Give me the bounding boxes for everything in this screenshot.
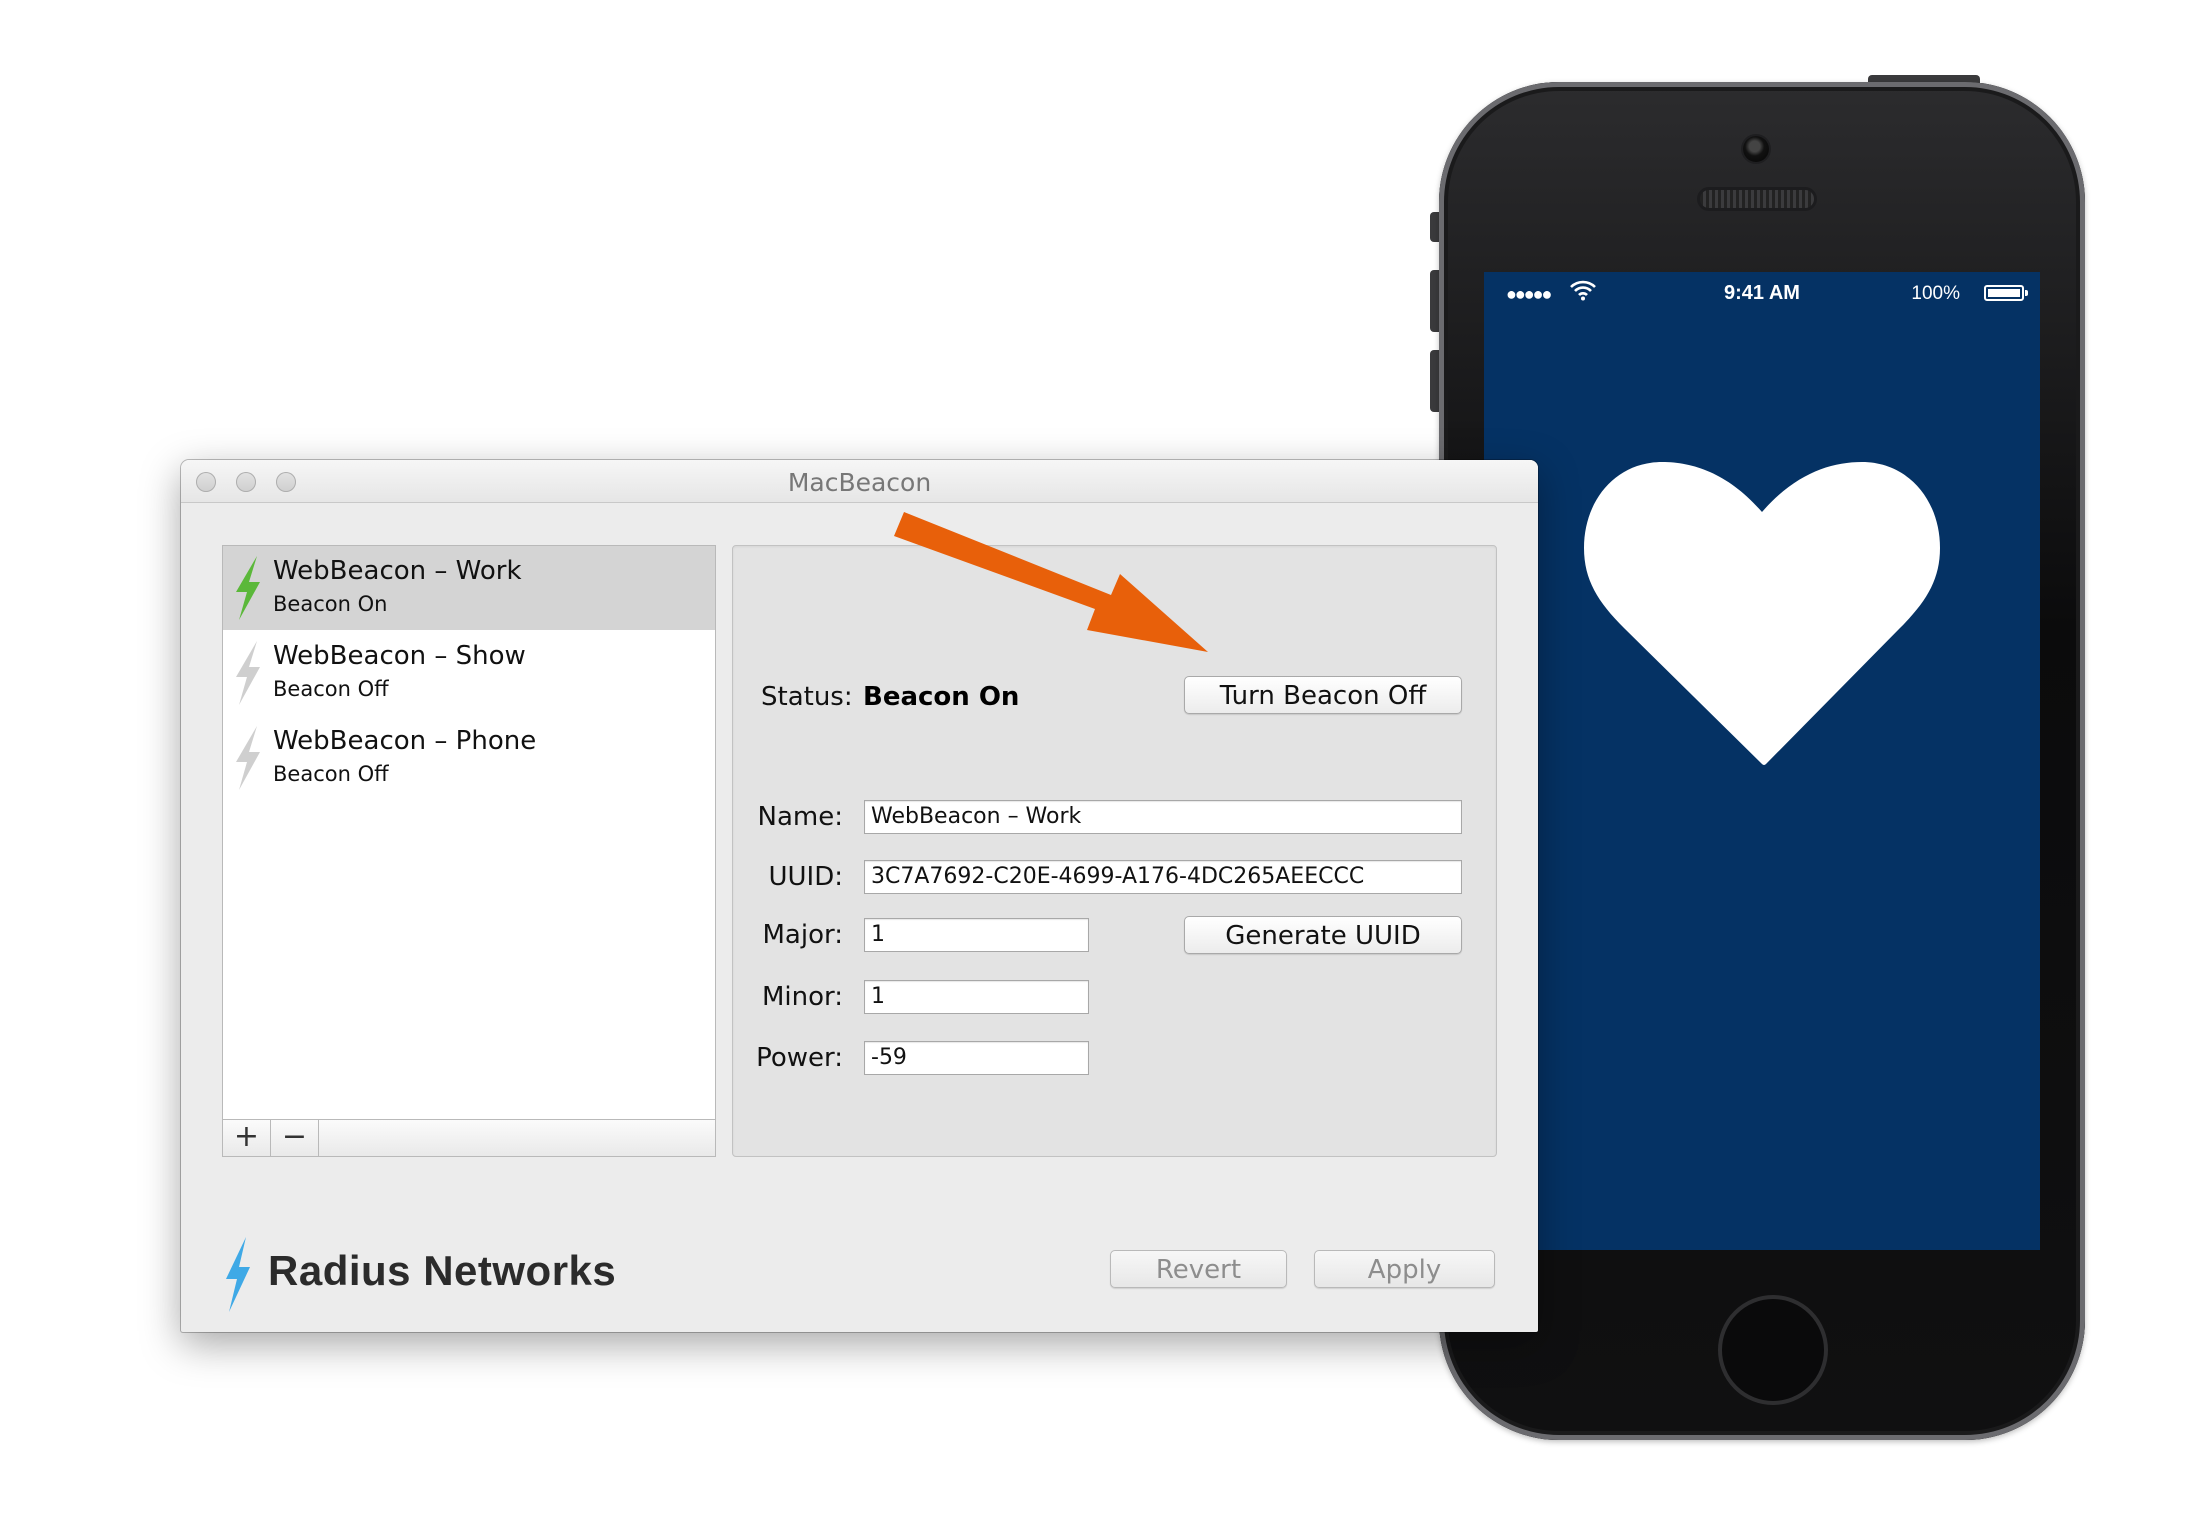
status-value: Beacon On [863,682,1020,712]
earpiece-speaker [1700,190,1814,208]
beacon-list: WebBeacon – Work Beacon On WebBeacon – S… [222,545,716,1157]
beacon-status: Beacon Off [273,762,389,786]
beacon-name: WebBeacon – Work [273,556,522,586]
generate-uuid-button[interactable]: Generate UUID [1184,916,1462,954]
lightning-bolt-gray-icon [236,641,260,705]
minor-field[interactable]: 1 [864,980,1089,1014]
list-item[interactable]: WebBeacon – Work Beacon On [223,546,715,630]
uuid-label: UUID: [768,862,843,892]
macbeacon-window: MacBeacon WebBeacon – Work Beacon On Web… [181,460,1538,1332]
apply-button[interactable]: Apply [1314,1250,1495,1288]
minor-label: Minor: [761,982,843,1012]
window-title: MacBeacon [787,468,932,497]
major-field[interactable]: 1 [864,918,1089,952]
list-toolbar: + − [223,1119,715,1156]
revert-button[interactable]: Revert [1110,1250,1287,1288]
status-label: Status: [761,682,853,712]
power-label: Power: [756,1043,843,1073]
name-field[interactable]: WebBeacon – Work [864,800,1462,834]
turn-beacon-off-button[interactable]: Turn Beacon Off [1184,676,1462,714]
beacon-status: Beacon On [273,592,388,616]
battery-percentage: 100% [1911,283,1960,304]
beacon-name: WebBeacon – Show [273,641,526,671]
uuid-field[interactable]: 3C7A7692-C20E-4699-A176-4DC265AEECCC [864,860,1462,894]
titlebar: MacBeacon [181,460,1538,503]
lightning-bolt-green-icon [236,556,260,620]
lightning-bolt-gray-icon [236,726,260,790]
camera-icon [1743,136,1769,162]
ios-status-bar: ●●●●● 9:41 AM 100% [1484,272,2040,314]
beacon-detail-pane: Status: Beacon On Turn Beacon Off Name: … [732,545,1497,1157]
battery-icon [1984,285,2028,301]
beacon-status: Beacon Off [273,677,389,701]
radius-networks-logo-icon [226,1237,250,1312]
home-button[interactable] [1718,1295,1828,1405]
list-item[interactable]: WebBeacon – Show Beacon Off [223,631,715,715]
name-label: Name: [757,802,843,832]
power-field[interactable]: -59 [864,1041,1089,1075]
list-item[interactable]: WebBeacon – Phone Beacon Off [223,716,715,800]
add-beacon-button[interactable]: + [223,1120,271,1156]
phone-screen: ●●●●● 9:41 AM 100% [1484,272,2040,1250]
major-label: Major: [762,920,844,950]
remove-beacon-button[interactable]: − [271,1120,319,1156]
heart-icon [1584,462,1940,765]
brand-name: Radius Networks [268,1247,617,1294]
beacon-name: WebBeacon – Phone [273,726,537,756]
